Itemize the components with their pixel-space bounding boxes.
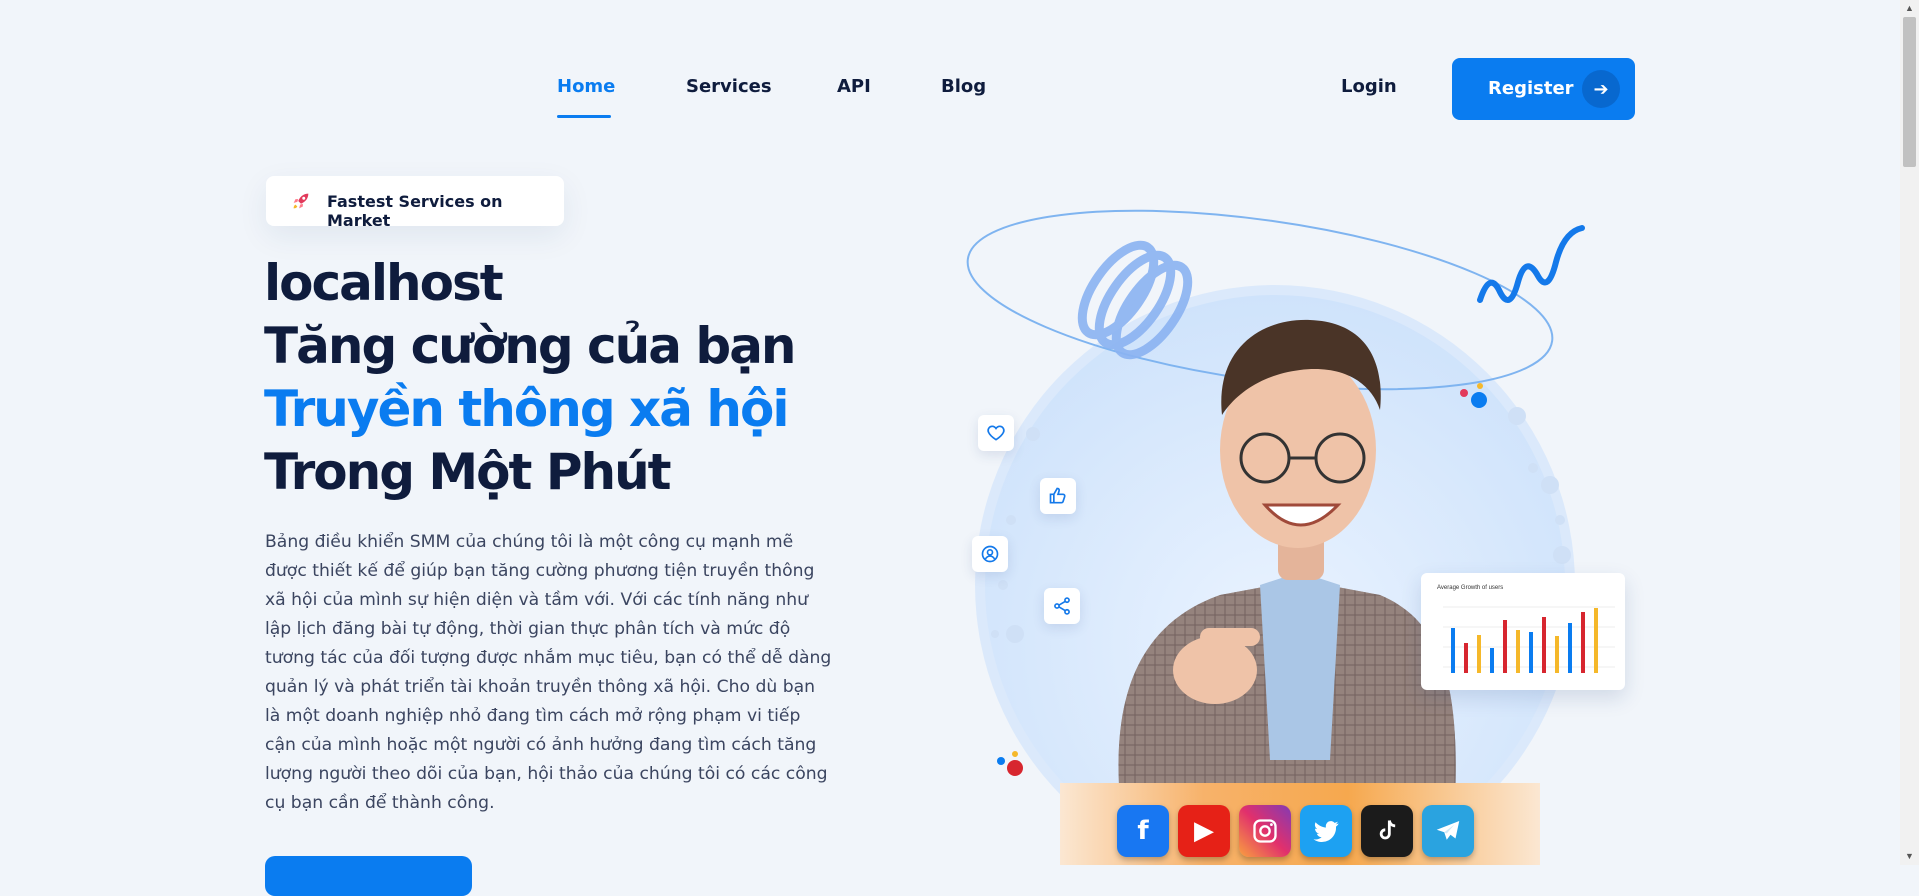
headline-line-3: Truyền thông xã hội [264, 380, 789, 438]
page-scrollbar[interactable]: ▲ ▼ [1900, 0, 1919, 865]
youtube-icon: ▶ [1178, 805, 1230, 857]
top-navigation: Home Services API Blog Login Register ➔ [0, 0, 1900, 176]
nav-link-services[interactable]: Services [686, 76, 772, 97]
scroll-down-arrow-icon[interactable]: ▼ [1900, 848, 1919, 865]
headline-line-1: localhost [264, 254, 504, 312]
headline-line-2: Tăng cường của bạn [264, 317, 797, 375]
user-plus-icon [981, 545, 999, 563]
nav-link-blog[interactable]: Blog [941, 76, 986, 97]
scroll-up-arrow-icon[interactable]: ▲ [1900, 0, 1919, 17]
telegram-icon [1422, 805, 1474, 857]
headline-line-4: Trong Một Phút [264, 443, 672, 501]
nav-link-api[interactable]: API [837, 76, 871, 97]
nav-active-indicator [557, 115, 611, 118]
hero-illustration [966, 209, 1585, 865]
heart-icon [987, 425, 1005, 441]
growth-mini-chart [1443, 606, 1615, 673]
register-button[interactable]: Register ➔ [1452, 58, 1635, 120]
cta-button[interactable] [265, 856, 472, 896]
instagram-icon [1239, 805, 1291, 857]
facebook-icon: f [1117, 805, 1169, 857]
login-link[interactable]: Login [1341, 76, 1397, 97]
follow-chip [972, 536, 1008, 572]
nav-link-home[interactable]: Home [557, 76, 615, 97]
arrow-right-icon: ➔ [1582, 70, 1620, 108]
badge-text: Fastest Services on Market [327, 192, 503, 230]
growth-chart-card: Average Growth of users [1421, 573, 1625, 690]
tiktok-icon [1361, 805, 1413, 857]
twitter-icon [1300, 805, 1352, 857]
rocket-icon [293, 193, 309, 209]
thumbs-up-icon [1049, 487, 1066, 504]
scrollbar-thumb[interactable] [1903, 17, 1916, 167]
like-chip [1040, 478, 1076, 514]
hero-description: Bảng điều khiển SMM của chúng tôi là một… [265, 532, 832, 813]
share-chip [1044, 588, 1080, 624]
share-icon [1054, 597, 1070, 615]
fastest-services-badge: Fastest Services on Market [266, 176, 564, 230]
register-label: Register [1488, 78, 1574, 99]
heart-chip [978, 415, 1014, 451]
